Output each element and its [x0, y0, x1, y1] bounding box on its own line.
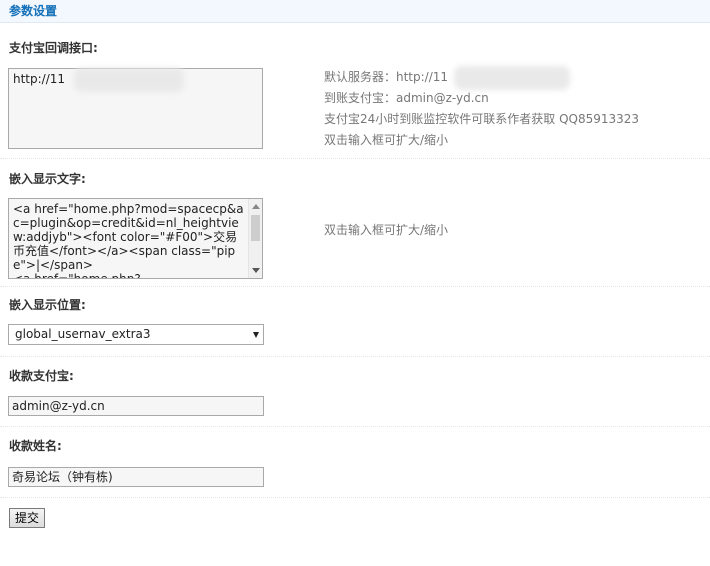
- embed-text-title: 嵌入显示文字:: [9, 172, 86, 186]
- embed-text-textarea-value: <a href="home.php?mod=spacecp&ac=plugin&…: [13, 202, 244, 279]
- divider: [0, 158, 710, 159]
- settings-page: 参数设置 支付宝回调接口: http://11 默认服务器：http://11 …: [0, 0, 710, 566]
- submit-button[interactable]: 提交: [9, 508, 45, 528]
- redacted-overlay: [74, 68, 184, 92]
- dropdown-arrow-icon: [253, 332, 259, 338]
- divider: [0, 497, 710, 498]
- divider: [0, 356, 710, 357]
- tip-contact-author: 支付宝24小时到账监控软件可联系作者获取 QQ85913323: [324, 112, 640, 126]
- alipay-account-title: 收款支付宝:: [9, 369, 74, 383]
- payee-name-title: 收款姓名:: [9, 439, 62, 453]
- embed-position-select[interactable]: global_usernav_extra3: [8, 324, 264, 345]
- scroll-down-icon[interactable]: [252, 268, 260, 273]
- panel-header: 参数设置: [0, 0, 710, 23]
- embed-position-selected: global_usernav_extra3: [15, 327, 151, 341]
- divider: [0, 426, 710, 427]
- divider: [0, 286, 710, 287]
- scroll-up-icon[interactable]: [252, 204, 260, 209]
- payee-name-input[interactable]: 奇易论坛（钟有栋): [8, 467, 264, 487]
- callback-title: 支付宝回调接口:: [9, 41, 98, 55]
- embed-position-title: 嵌入显示位置:: [9, 298, 86, 312]
- tip-double-click: 双击输入框可扩大/缩小: [324, 133, 449, 147]
- embed-text-textarea[interactable]: <a href="home.php?mod=spacecp&ac=plugin&…: [8, 198, 263, 279]
- scroll-thumb[interactable]: [251, 215, 260, 241]
- alipay-account-input[interactable]: admin@z-yd.cn: [8, 396, 264, 416]
- textarea-scrollbar[interactable]: [248, 199, 262, 278]
- embed-text-tip: 双击输入框可扩大/缩小: [324, 223, 449, 237]
- redacted-overlay: [454, 66, 570, 90]
- tip-alipay-account: 到账支付宝：admin@z-yd.cn: [324, 91, 489, 105]
